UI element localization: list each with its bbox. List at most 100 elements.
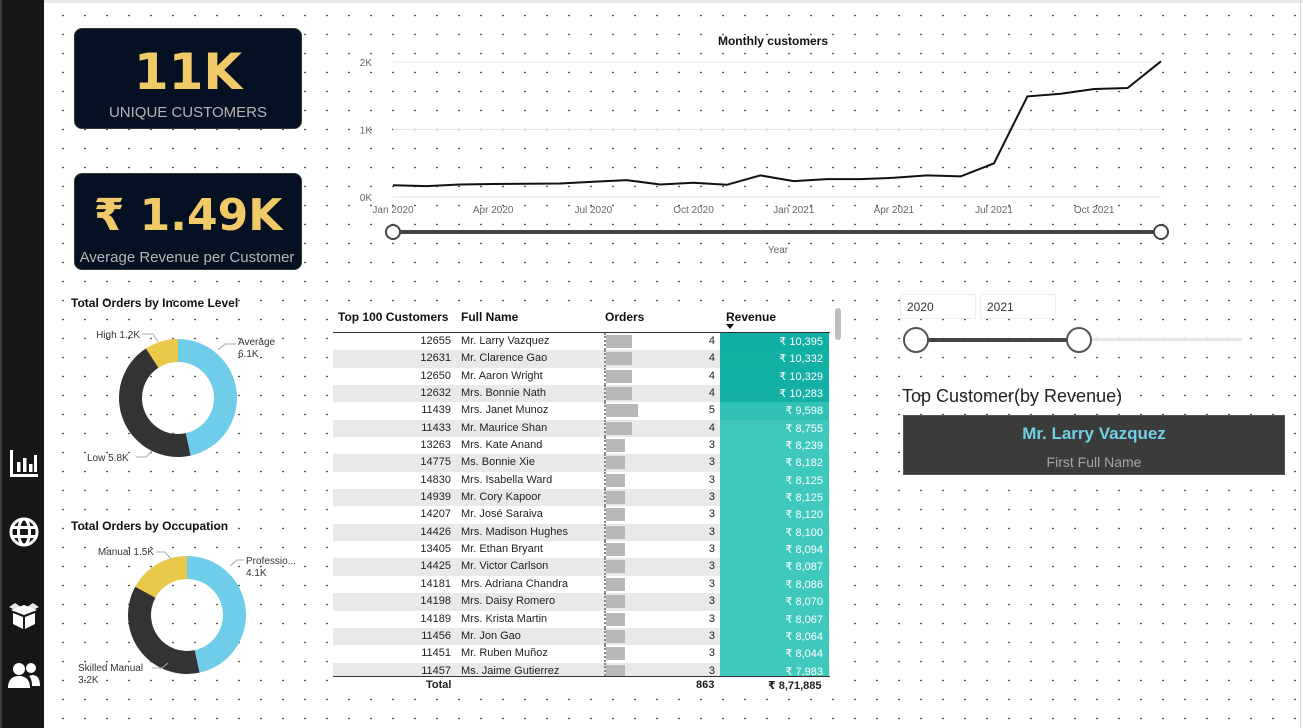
table-row[interactable]: 11456 Mr. Jon Gao 3 ₹ 8,064 <box>333 627 830 646</box>
customer-id-cell: 14181 <box>420 577 451 590</box>
orders-value: 4 <box>708 387 715 400</box>
revenue-cell: ₹ 8,087 <box>720 558 829 576</box>
users-icon[interactable] <box>7 658 41 692</box>
customer-name-cell: Mrs. Adriana Chandra <box>461 577 568 590</box>
slice-label: High 1.2K <box>96 330 140 341</box>
table-row[interactable]: 14198 Mrs. Daisy Romero 3 ₹ 8,070 <box>333 593 830 611</box>
customer-name-cell: Mr. Ruben Muñoz <box>461 647 548 660</box>
income-donut-chart: High 1.2K Average6.1K Low 5.8K <box>87 330 276 464</box>
top-customers-table[interactable]: Top 100 Customers Full Name Orders Reven… <box>333 306 843 692</box>
occupation-donut-title: Total Orders by Occupation <box>71 519 229 533</box>
customer-name-cell: Mr. Larry Vazquez <box>461 335 550 347</box>
table-row[interactable]: 14207 Mr. José Saraiva 3 ₹ 8,120 <box>333 506 830 524</box>
x-axis-title: Year <box>768 245 789 256</box>
donut-slice-professio[interactable] <box>187 556 247 673</box>
customer-id-cell: 12632 <box>420 387 451 400</box>
slice-label: Manual 1.5K <box>98 547 154 558</box>
col-top100-header[interactable]: Top 100 Customers <box>338 310 448 324</box>
revenue-cell: ₹ 8,755 <box>720 419 829 438</box>
table-row[interactable]: 14939 Mr. Cory Kapoor 3 ₹ 8,125 <box>333 489 830 507</box>
year-start-input[interactable]: 2020 <box>900 294 976 319</box>
table-total-row: Total 863 ₹ 8,71,885 <box>333 676 830 692</box>
orders-databar <box>606 647 626 661</box>
table-body: 12655 Mr. Larry Vazquez 4 ₹ 10,395 12631 Mr. … <box>333 333 830 676</box>
table-row[interactable]: 14426 Mrs. Madison Hughes 3 ₹ 8,100 <box>333 523 830 542</box>
table-row[interactable]: 12632 Mrs. Bonnie Nath 4 ₹ 10,283 <box>333 385 830 403</box>
table-row[interactable]: 11439 Mrs. Janet Munoz 5 ₹ 9,598 <box>333 402 830 420</box>
table-row[interactable]: 11457 Ms. Jaime Gutierrez 3 ₹ 7,983 <box>333 662 830 676</box>
customer-name-cell: Mr. Maurice Shan <box>461 421 548 434</box>
customer-id-cell: 13405 <box>420 543 451 556</box>
donut-slice-low[interactable] <box>118 348 191 457</box>
date-range-end-handle[interactable] <box>1153 224 1169 240</box>
orders-cell: 5 <box>604 402 717 420</box>
orders-cell: 4 <box>604 385 717 403</box>
donut-slice-average[interactable] <box>178 339 237 456</box>
table-row[interactable]: 14830 Mrs. Isabella Ward 3 ₹ 8,125 <box>333 471 830 490</box>
top-customer-card: Mr. Larry Vazquez First Full Name <box>903 415 1285 475</box>
year-slider-start-handle[interactable] <box>903 327 929 353</box>
revenue-cell: ₹ 8,094 <box>720 541 829 559</box>
orders-databar <box>606 629 626 643</box>
x-tick-label: Oct 2020 <box>673 205 714 216</box>
table-scrollbar[interactable] <box>835 308 841 340</box>
col-revenue-header[interactable]: Revenue <box>726 310 776 324</box>
date-range-start-handle[interactable] <box>385 224 401 240</box>
donut-slice-skilled-manual[interactable] <box>127 586 200 674</box>
table-row[interactable]: 13263 Mrs. Kate Anand 3 ₹ 8,239 <box>333 437 830 455</box>
orders-value: 3 <box>708 595 715 608</box>
table-row[interactable]: 12655 Mr. Larry Vazquez 4 ₹ 10,395 <box>333 333 830 351</box>
customer-name-cell: Mr. José Saraiva <box>461 508 543 521</box>
revenue-cell: ₹ 8,239 <box>720 437 829 455</box>
year-end-input[interactable]: 2021 <box>980 294 1056 319</box>
table-row[interactable]: 14181 Mrs. Adriana Chandra 3 ₹ 8,086 <box>333 575 830 594</box>
customer-name-cell: Mrs. Krista Martin <box>461 612 548 625</box>
revenue-cell: ₹ 8,120 <box>720 506 829 524</box>
customer-name-cell: Mrs. Janet Munoz <box>461 404 549 417</box>
slice-label: Average <box>238 337 276 348</box>
x-tick-label: Jan 2021 <box>773 205 815 216</box>
col-orders-header[interactable]: Orders <box>605 310 644 324</box>
revenue-cell: ₹ 8,086 <box>720 575 829 594</box>
customer-id-cell: 14189 <box>420 612 451 625</box>
orders-cell: 4 <box>604 419 717 437</box>
sort-desc-icon[interactable] <box>726 324 734 329</box>
table-row[interactable]: 14425 Mr. Victor Carlson 3 ₹ 8,087 <box>333 558 830 576</box>
revenue-cell: ₹ 8,070 <box>720 593 829 611</box>
leader-line <box>142 333 159 343</box>
top-border <box>44 0 1303 3</box>
slice-label: 4.1K <box>246 568 267 579</box>
orders-value: 3 <box>708 577 715 590</box>
orders-cell: 4 <box>604 333 717 350</box>
customer-id-cell: 12655 <box>420 335 451 347</box>
col-name-header[interactable]: Full Name <box>461 310 518 324</box>
year-slider-end-handle[interactable] <box>1066 327 1092 353</box>
bar-chart-icon[interactable] <box>7 447 41 481</box>
slice-label: 3.2K <box>78 675 99 686</box>
orders-databar <box>606 543 626 557</box>
globe-icon[interactable] <box>7 515 41 549</box>
orders-value: 3 <box>708 473 715 486</box>
orders-cell: 3 <box>604 541 717 559</box>
orders-value: 3 <box>708 439 715 452</box>
table-row[interactable]: 11433 Mr. Maurice Shan 4 ₹ 8,755 <box>333 419 830 438</box>
table-row[interactable]: 13405 Mr. Ethan Bryant 3 ₹ 8,094 <box>333 541 830 559</box>
total-orders: 863 <box>696 679 715 691</box>
year-slider-fill <box>916 338 1079 342</box>
customer-id-cell: 12650 <box>420 369 451 382</box>
table-row[interactable]: 12650 Mr. Aaron Wright 4 ₹ 10,329 <box>333 367 830 386</box>
box-icon[interactable] <box>7 598 41 632</box>
table-row[interactable]: 11451 Mr. Ruben Muñoz 3 ₹ 8,044 <box>333 645 830 663</box>
orders-value: 3 <box>708 525 715 538</box>
orders-cell: 3 <box>604 575 717 593</box>
leader-line <box>217 343 236 351</box>
income-donut-title: Total Orders by Income Level <box>71 296 239 310</box>
orders-cell: 3 <box>604 437 717 455</box>
table-row[interactable]: 14775 Ms. Bonnie Xie 3 ₹ 8,182 <box>333 454 830 472</box>
revenue-cell: ₹ 7,983 <box>720 662 829 676</box>
revenue-cell: ₹ 10,332 <box>720 350 829 368</box>
table-row[interactable]: 14189 Mrs. Krista Martin 3 ₹ 8,067 <box>333 610 830 628</box>
x-tick-label: Apr 2020 <box>473 205 514 216</box>
table-row[interactable]: 12631 Mr. Clarence Gao 4 ₹ 10,332 <box>333 350 830 368</box>
orders-databar <box>606 335 632 348</box>
